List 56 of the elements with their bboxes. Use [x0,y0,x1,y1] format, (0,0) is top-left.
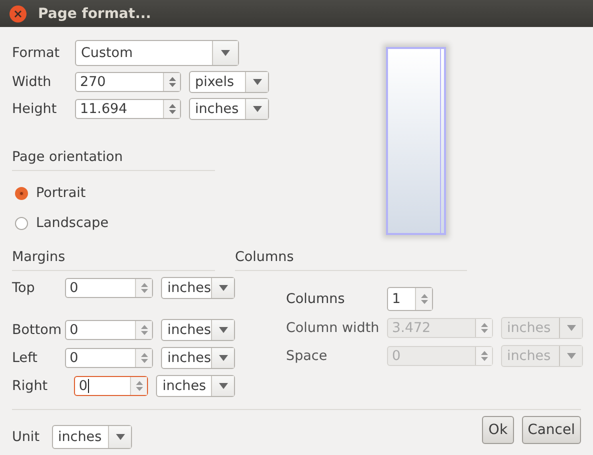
ok-button[interactable]: Ok [482,416,514,444]
format-dropdown[interactable]: Custom [75,40,239,66]
margin-label: Left [12,350,38,366]
column-label: Columns [286,291,346,307]
margin-spin-field[interactable]: 0 [64,348,154,368]
section-heading: Margins [12,249,215,271]
size-spin-field[interactable]: 270 [75,72,181,92]
spin-arrows-icon [140,325,148,335]
column-label: Column width [286,320,380,336]
radio-button[interactable] [15,216,28,230]
unit-dropdown[interactable]: inches [161,347,235,369]
caret-icon [566,353,576,359]
caret-icon [221,50,230,56]
caret-icon [566,325,576,331]
caret-icon [116,434,124,440]
margin-spin-field[interactable]: 0 [64,320,154,340]
unit-dropdown[interactable]: pixels [189,71,269,93]
size-spin-field[interactable]: 11.694 [75,99,181,119]
spin-arrows-icon [420,294,428,304]
spin-arrows-icon [480,351,488,361]
format-label: Format [12,45,61,61]
unit-dropdown[interactable]: inches [161,319,235,341]
cancel-button[interactable]: Cancel [522,416,581,444]
caret-icon [218,355,228,361]
margin-label: Bottom [12,322,63,338]
spin-arrows-icon [140,283,148,293]
close-icon[interactable] [9,4,27,22]
spin-arrows-icon [168,104,176,114]
caret-icon [218,383,228,389]
spin-arrows-icon [136,381,143,391]
unit-dropdown[interactable]: inches [156,375,235,397]
column-label: Space [286,348,328,364]
caret-icon [218,285,228,291]
margin-spin-field[interactable]: 0 [74,376,148,396]
section-heading: Columns [235,249,467,271]
size-label: Width [12,74,52,90]
unit-dropdown[interactable]: inches [189,98,269,120]
window-title: Page format... [38,6,152,22]
margin-spin-field[interactable]: 0 [64,278,154,298]
unit-label: Unit [12,429,40,445]
margin-label: Top [12,280,36,296]
unit-dropdown[interactable]: inches [52,425,132,449]
caret-icon [252,106,262,112]
unit-dropdown[interactable]: inches [161,277,235,299]
caret-icon [218,327,228,333]
spin-arrows-icon [480,323,488,333]
size-label: Height [12,101,58,117]
section-heading: Page orientation [12,149,215,171]
spin-arrows-icon [140,353,148,363]
margin-label: Right [12,378,49,394]
caret-icon [252,79,262,85]
orientation-label: Landscape [36,215,109,231]
radio-button[interactable] [15,186,28,200]
column-spin-field[interactable]: 1 [387,287,433,311]
spin-arrows-icon [168,77,176,87]
orientation-label: Portrait [36,185,86,201]
